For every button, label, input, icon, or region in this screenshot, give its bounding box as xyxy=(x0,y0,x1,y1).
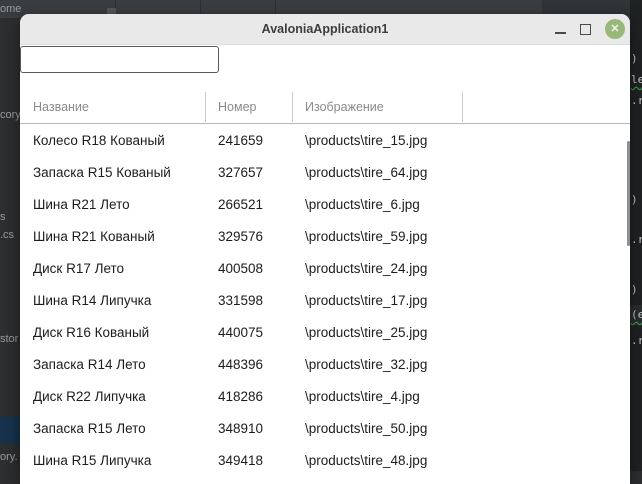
column-header-number[interactable]: Номер xyxy=(205,91,292,123)
grid-header-row: Название Номер Изображение xyxy=(20,91,630,124)
row-name: Колесо R18 Кованый xyxy=(20,133,205,148)
code-text-fragment: ) xyxy=(631,52,638,65)
row-image: \products\tire_24.jpg xyxy=(292,261,462,276)
file-tree-item-fragment: cory xyxy=(0,109,21,121)
table-row[interactable]: Шина R21 Кованый329576\products\tire_59.… xyxy=(20,220,630,252)
file-tree-selected-item xyxy=(0,417,20,443)
code-text-fragment: ) xyxy=(631,283,638,296)
row-image: \products\tire_59.jpg xyxy=(292,229,462,244)
row-image: \products\tire_64.jpg xyxy=(292,165,462,180)
row-name: Запаска R15 Лето xyxy=(20,421,205,436)
close-button[interactable]: ✕ xyxy=(605,19,625,39)
row-number: 348910 xyxy=(205,421,292,436)
table-row[interactable]: Диск R16 Кованый440075\products\tire_25.… xyxy=(20,316,630,348)
column-separator[interactable] xyxy=(205,92,206,122)
code-text-fragment: le xyxy=(631,73,642,86)
row-name: Диск R22 Липучка xyxy=(20,389,205,404)
client-area: Название Номер Изображение Колесо R18 Ко… xyxy=(20,45,630,484)
row-name: Шина R21 Лето xyxy=(20,197,205,212)
table-row[interactable]: Шина R14 Липучка331598\products\tire_17.… xyxy=(20,284,630,316)
minimize-button[interactable] xyxy=(555,32,566,34)
file-tree-item-fragment: .cs xyxy=(0,229,14,241)
row-number: 418286 xyxy=(205,389,292,404)
row-image: \products\tire_32.jpg xyxy=(292,357,462,372)
table-row[interactable]: Шина R21 Лето266521\products\tire_6.jpg xyxy=(20,188,630,220)
column-header-name[interactable]: Название xyxy=(20,91,205,123)
row-image: \products\tire_50.jpg xyxy=(292,421,462,436)
row-number: 329576 xyxy=(205,229,292,244)
search-input[interactable] xyxy=(20,46,219,73)
row-number: 440075 xyxy=(205,325,292,340)
row-name: Диск R16 Кованый xyxy=(20,325,205,340)
row-number: 400508 xyxy=(205,261,292,276)
row-number: 448396 xyxy=(205,357,292,372)
code-text-fragment: .r xyxy=(631,94,642,107)
row-name: Шина R21 Кованый xyxy=(20,229,205,244)
window-title: AvaloniaApplication1 xyxy=(20,14,630,44)
column-separator[interactable] xyxy=(462,92,463,122)
table-row[interactable]: Запаска R15 Лето348910\products\tire_50.… xyxy=(20,412,630,444)
maximize-button[interactable] xyxy=(580,24,591,35)
row-image: \products\tire_17.jpg xyxy=(292,293,462,308)
table-row[interactable]: Запаска R14 Лето448396\products\tire_32.… xyxy=(20,348,630,380)
data-grid: Название Номер Изображение Колесо R18 Ко… xyxy=(20,91,630,476)
table-row[interactable]: Диск R17 Лето400508\products\tire_24.jpg xyxy=(20,252,630,284)
row-image: \products\tire_48.jpg xyxy=(292,453,462,468)
row-image: \products\tire_25.jpg xyxy=(292,325,462,340)
grid-body: Колесо R18 Кованый241659\products\tire_1… xyxy=(20,124,630,476)
row-name: Шина R15 Липучка xyxy=(20,453,205,468)
code-text-fragment: (e xyxy=(631,308,642,321)
ide-solution-explorer-edge: omecorys.csstorory. xyxy=(0,18,20,471)
table-row[interactable]: Диск R22 Липучка418286\products\tire_4.j… xyxy=(20,380,630,412)
code-text-fragment: ) xyxy=(631,193,638,206)
row-image: \products\tire_15.jpg xyxy=(292,133,462,148)
table-row[interactable]: Шина R15 Липучка349418\products\tire_48.… xyxy=(20,444,630,476)
file-tree-item-fragment: stor xyxy=(0,333,18,345)
file-tree-item-fragment: ome xyxy=(0,3,21,15)
vertical-scrollbar-thumb[interactable] xyxy=(627,141,630,246)
row-name: Запаска R15 Кованый xyxy=(20,165,205,180)
row-image: \products\tire_4.jpg xyxy=(292,389,462,404)
row-name: Запаска R14 Лето xyxy=(20,357,205,372)
code-text-fragment: .r xyxy=(631,233,642,246)
table-row[interactable]: Колесо R18 Кованый241659\products\tire_1… xyxy=(20,124,630,156)
app-window: AvaloniaApplication1 ✕ Название Номер Из… xyxy=(20,14,630,484)
row-number: 266521 xyxy=(205,197,292,212)
row-number: 331598 xyxy=(205,293,292,308)
row-number: 241659 xyxy=(205,133,292,148)
row-number: 349418 xyxy=(205,453,292,468)
ide-code-editor-edge: ) le .r) .r) (e .r xyxy=(630,0,642,471)
file-tree-item-fragment: s xyxy=(0,211,6,223)
row-name: Шина R14 Липучка xyxy=(20,293,205,308)
row-number: 327657 xyxy=(205,165,292,180)
title-bar[interactable]: AvaloniaApplication1 ✕ xyxy=(20,14,630,45)
code-text-fragment: .r xyxy=(631,334,642,347)
file-tree-item-fragment: ory. xyxy=(0,451,18,463)
column-separator[interactable] xyxy=(292,92,293,122)
table-row[interactable]: Запаска R15 Кованый327657\products\tire_… xyxy=(20,156,630,188)
column-header-image[interactable]: Изображение xyxy=(292,91,462,123)
row-name: Диск R17 Лето xyxy=(20,261,205,276)
row-image: \products\tire_6.jpg xyxy=(292,197,462,212)
